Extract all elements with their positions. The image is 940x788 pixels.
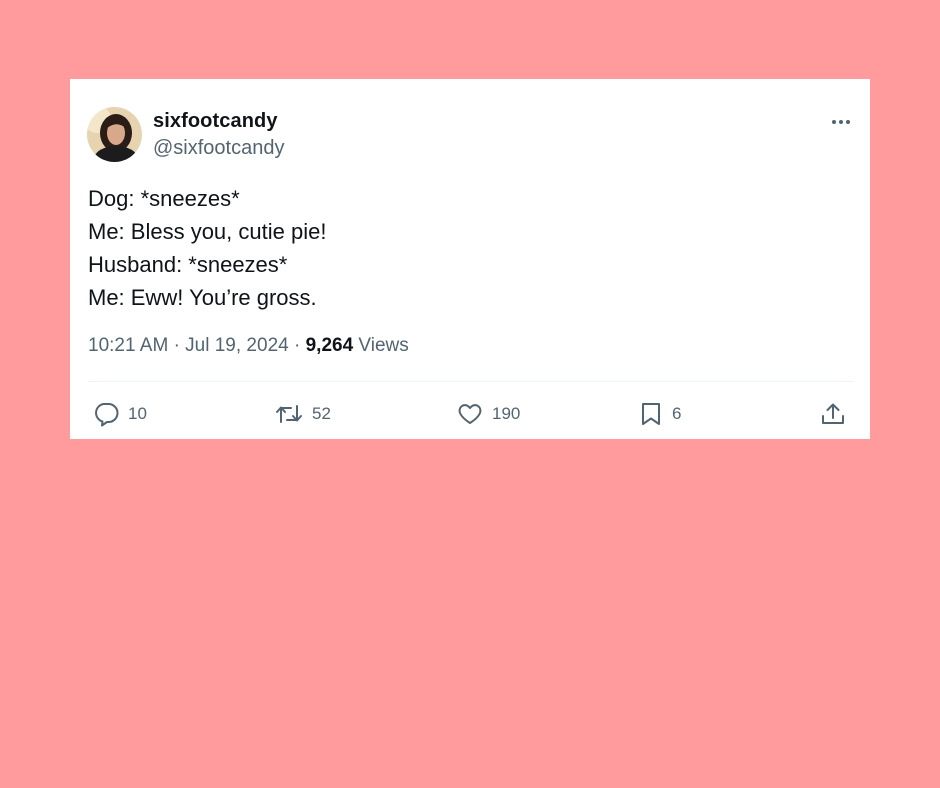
retweet-icon [276, 405, 302, 423]
retweet-count: 52 [312, 404, 331, 423]
tweet-date[interactable]: Jul 19, 2024 [185, 335, 289, 356]
tweet-card: sixfootcandy @sixfootcandy Dog: *sneezes… [70, 79, 870, 439]
share-button[interactable] [819, 401, 847, 427]
tweet-meta: 10:21 AM · Jul 19, 2024 · 9,264 Views [88, 335, 409, 357]
tweet-line: Me: Eww! You’re gross. [88, 285, 317, 310]
retweet-button[interactable]: 52 [274, 401, 331, 427]
views-label: Views [358, 335, 409, 356]
meta-separator: · [293, 335, 301, 356]
tweet-line: Me: Bless you, cutie pie! [88, 219, 327, 244]
avatar[interactable] [87, 107, 142, 162]
reply-count: 10 [128, 404, 147, 423]
heart-icon [458, 404, 482, 424]
tweet-text: Dog: *sneezes* Me: Bless you, cutie pie!… [88, 182, 326, 314]
user-handle[interactable]: @sixfootcandy [153, 137, 284, 160]
like-count: 190 [492, 404, 521, 423]
bookmark-count: 6 [672, 404, 682, 423]
tweet-line: Dog: *sneezes* [88, 186, 240, 211]
bookmark-icon [642, 403, 660, 425]
more-options-button[interactable] [828, 113, 854, 131]
reply-button[interactable]: 10 [92, 401, 147, 427]
like-button[interactable]: 190 [456, 401, 520, 427]
share-icon [822, 403, 844, 424]
avatar-image [87, 107, 142, 162]
more-horizontal-icon [832, 120, 850, 124]
views-count: 9,264 [305, 335, 354, 356]
bookmark-button[interactable]: 6 [638, 401, 681, 427]
display-name[interactable]: sixfootcandy [153, 110, 278, 133]
tweet-line: Husband: *sneezes* [88, 252, 288, 277]
divider [88, 381, 854, 382]
meta-separator: · [173, 335, 180, 356]
reply-icon [95, 403, 119, 427]
tweet-time[interactable]: 10:21 AM [88, 335, 168, 356]
